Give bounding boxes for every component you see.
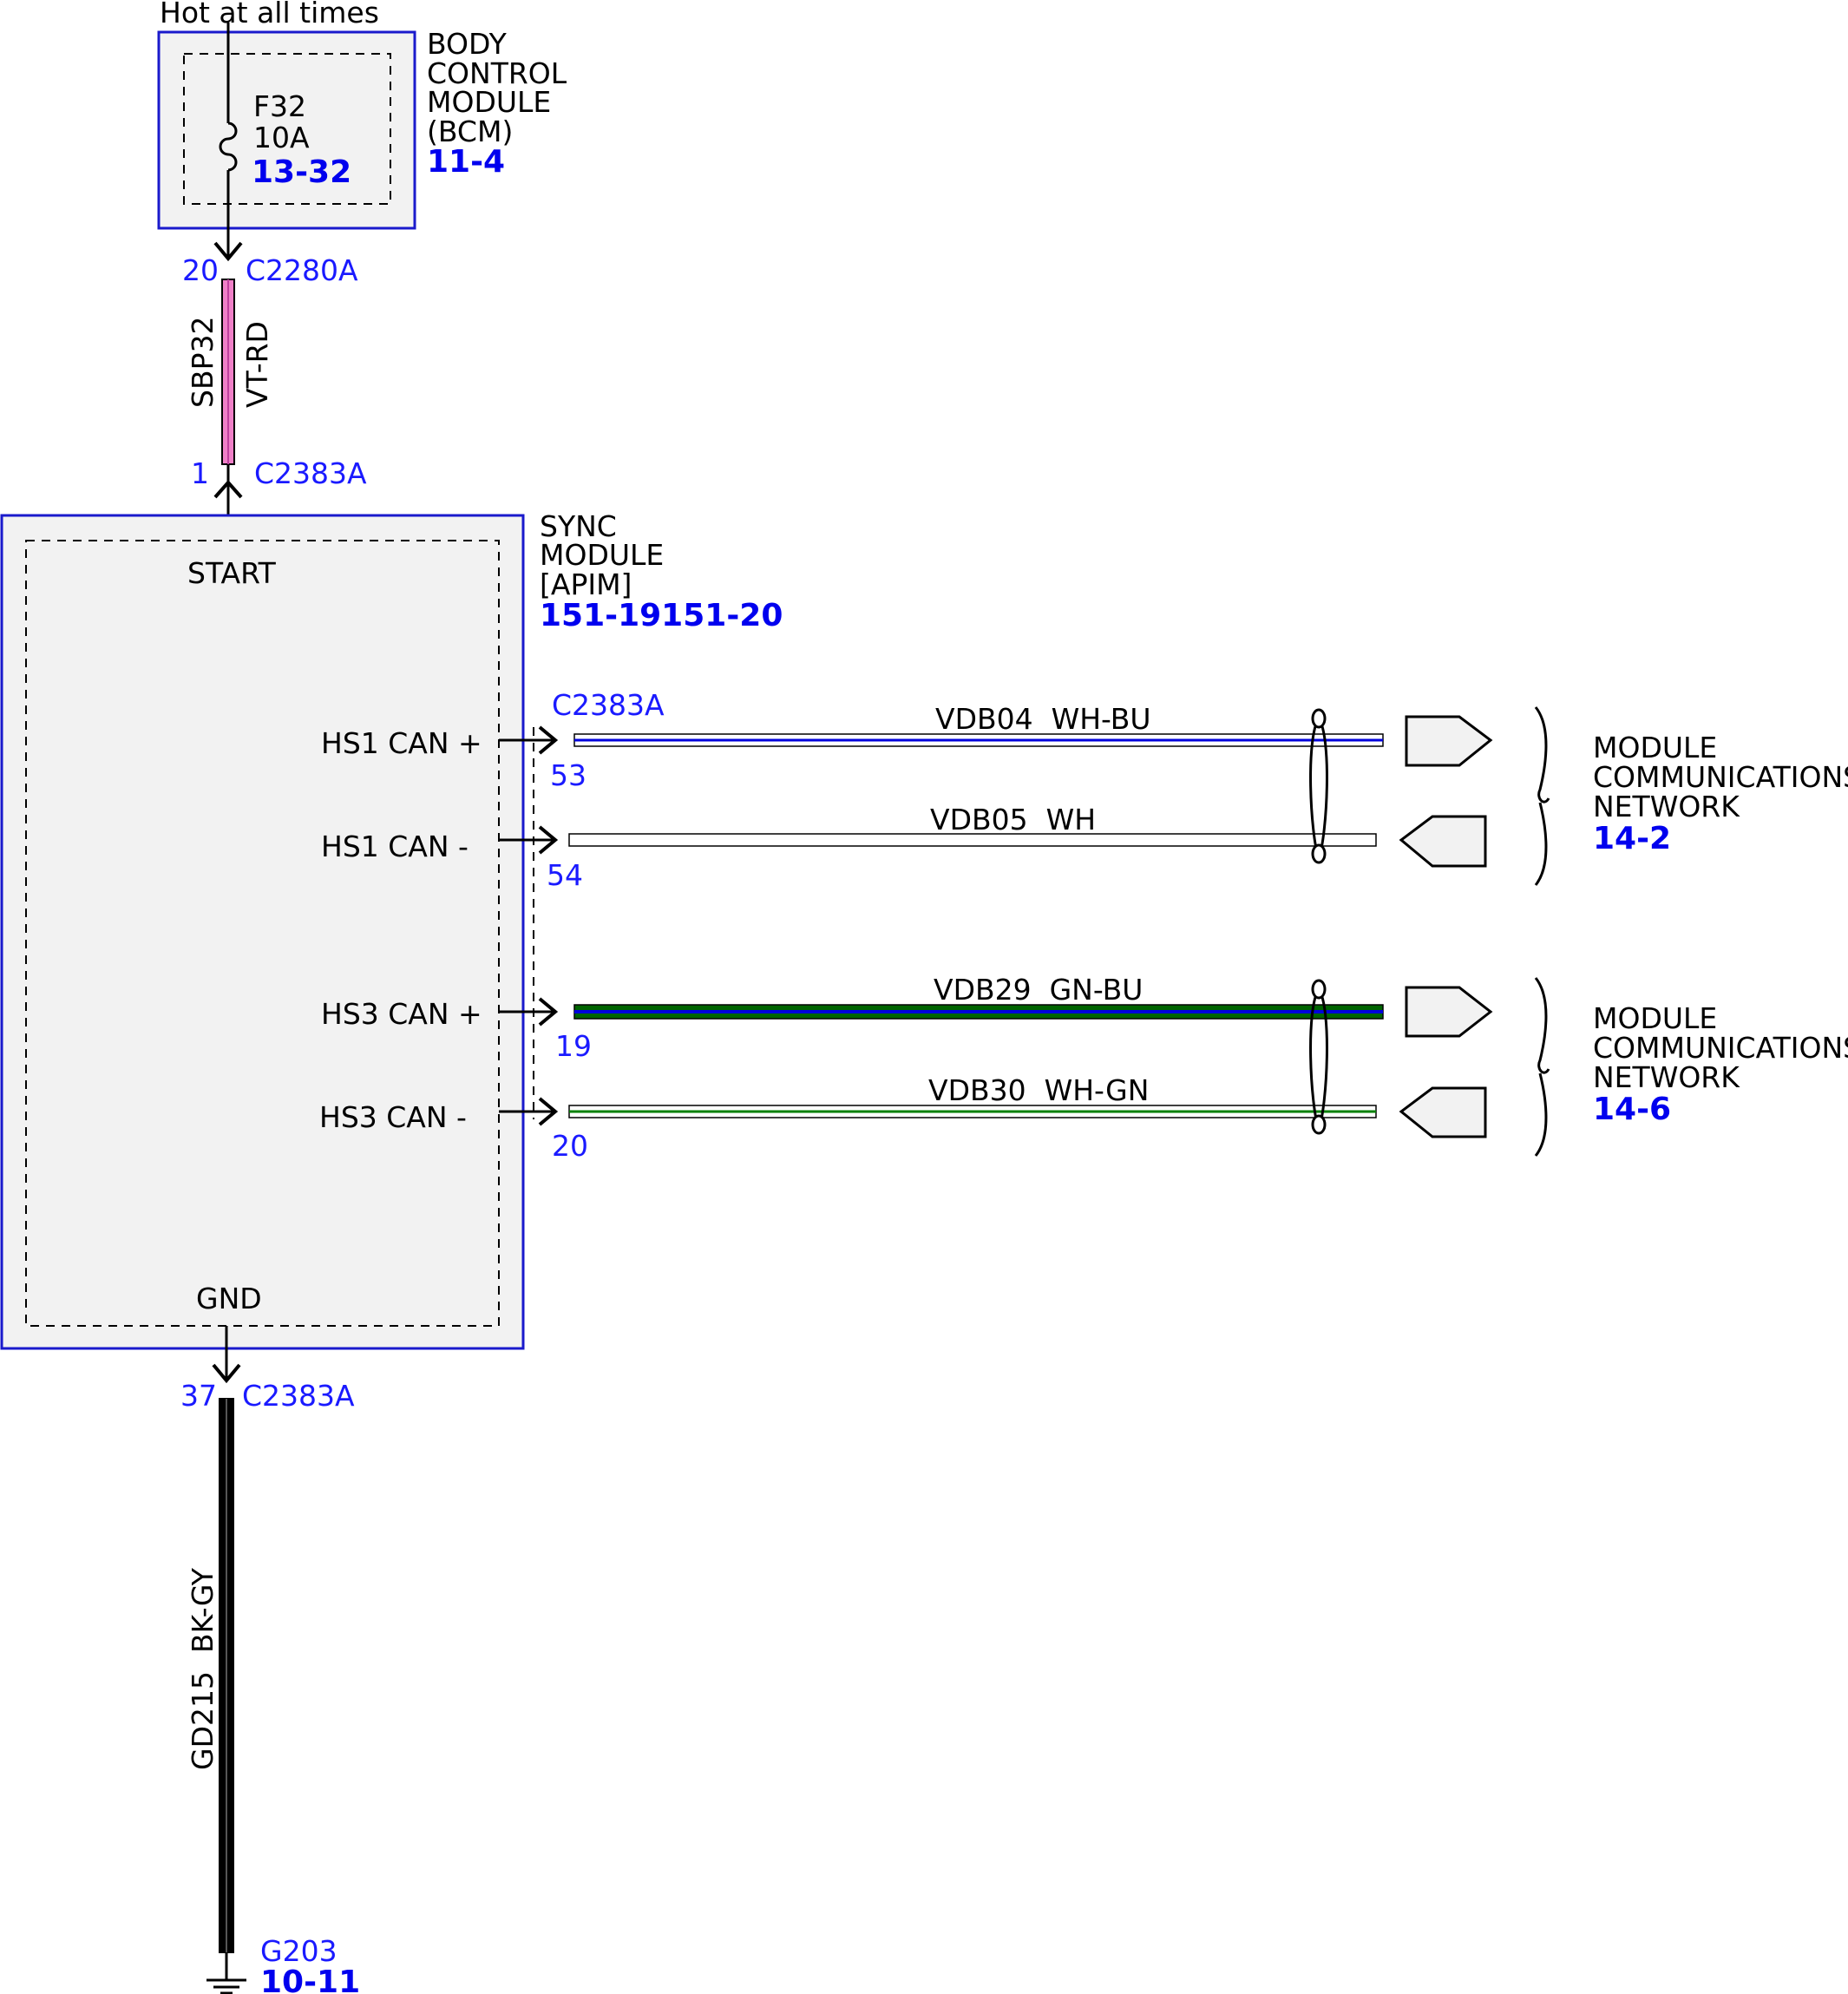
- sync-ref-link[interactable]: 151-19151-20: [540, 598, 783, 633]
- vdb29-circuit-label: VDB29 GN-BU: [934, 973, 1143, 1007]
- can-connector-label: C2383A: [552, 688, 665, 722]
- sbp32-color-label: VT-RD: [240, 321, 274, 408]
- wiring-diagram: Hot at all times BODY CONTROL MODULE (BC…: [0, 0, 1848, 1994]
- network-1-line-3: NETWORK: [1593, 790, 1740, 823]
- sbp32-circuit-label: SBP32: [186, 317, 220, 408]
- pin-label-hs3-can-minus: HS3 CAN -: [319, 1100, 467, 1134]
- sync-gnd-label: GND: [196, 1282, 262, 1315]
- fuse-ref-link[interactable]: 13-32: [252, 154, 351, 190]
- network-2-line-3: NETWORK: [1593, 1060, 1740, 1094]
- network-brace-1: [1534, 706, 1550, 886]
- vdb05-circuit-label: VDB05 WH: [930, 803, 1096, 836]
- pin-label-hs3-can-plus: HS3 CAN +: [321, 997, 482, 1031]
- network-1-ref-link[interactable]: 14-2: [1593, 821, 1671, 856]
- gd215-circuit-label: GD215 BK-GY: [186, 1567, 220, 1770]
- bcm-ref-link[interactable]: 11-4: [427, 144, 505, 180]
- sync-name-line-3: [APIM]: [540, 567, 632, 601]
- pin-label-hs1-can-minus: HS1 CAN -: [321, 830, 469, 863]
- ground-ref-link[interactable]: 10-11: [260, 1964, 360, 1994]
- ground-symbol: [206, 1978, 246, 1994]
- ground-point-label: G203: [260, 1934, 337, 1968]
- fuse-rating: 10A: [253, 121, 310, 154]
- sync-module: [0, 514, 525, 1350]
- hot-at-all-times-label: Hot at all times: [160, 0, 379, 30]
- c2383a-start-pin: 1: [191, 456, 209, 490]
- network-brace-2: [1534, 977, 1550, 1157]
- c2383a-start-connector: C2383A: [254, 456, 367, 490]
- pin-20: 20: [552, 1129, 588, 1163]
- c2280a-connector: C2280A: [246, 253, 358, 287]
- network-2-ref-link[interactable]: 14-6: [1593, 1092, 1671, 1127]
- vdb30-circuit-label: VDB30 WH-GN: [928, 1073, 1149, 1107]
- sync-start-label: START: [187, 556, 277, 590]
- vdb04-circuit-label: VDB04 WH-BU: [935, 702, 1151, 736]
- pin-53: 53: [550, 758, 587, 792]
- pin-54: 54: [547, 858, 583, 892]
- pin-label-hs1-can-plus: HS1 CAN +: [321, 726, 482, 760]
- wire-sbp32: [221, 279, 235, 465]
- wire-gd215: [219, 1398, 234, 1980]
- c2280a-pin: 20: [182, 253, 219, 287]
- fuse-id: F32: [253, 89, 306, 123]
- pin-19: 19: [555, 1029, 592, 1063]
- ground-pin: 37: [180, 1379, 217, 1413]
- ground-connector: C2383A: [242, 1379, 355, 1413]
